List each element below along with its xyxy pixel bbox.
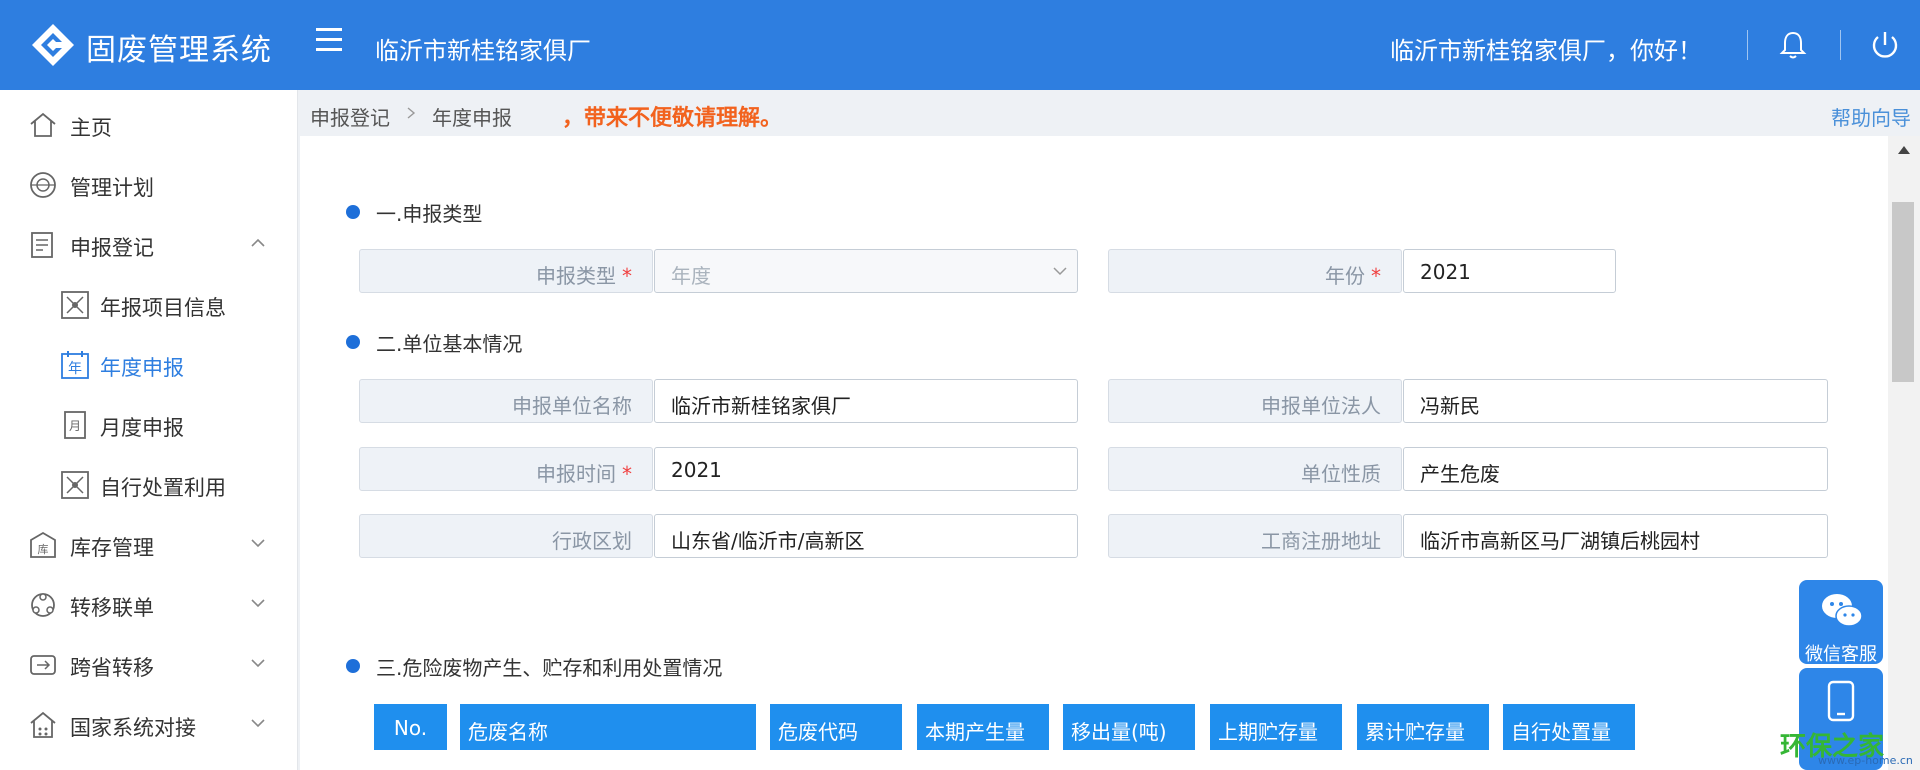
sidebar-item-declare[interactable]: 申报登记: [0, 216, 298, 272]
sidebar-item-label: 月度申报: [100, 416, 184, 440]
sidebar-item-label: 主页: [70, 116, 112, 140]
sidebar: 主页 管理计划 申报登记 年报项目信息 年 年度申报 月 月度申报 自行处置利用…: [0, 90, 298, 770]
header-company-name: 临沂市新桂铭家俱厂: [375, 37, 591, 65]
vertical-scrollbar[interactable]: [1888, 136, 1920, 770]
sidebar-item-label: 申报登记: [70, 236, 154, 260]
bell-icon[interactable]: [1776, 28, 1810, 62]
scrolling-notice: ，带来不便敬请理解。: [562, 106, 783, 131]
report-icon: [31, 232, 53, 258]
help-guide-link[interactable]: 帮助向导: [1831, 102, 1911, 131]
declare-time-input[interactable]: 2021: [654, 447, 1078, 491]
bullet-dot: [346, 205, 360, 219]
project-icon: [61, 291, 89, 319]
chevron-up-icon: [251, 238, 265, 247]
address-label: 工商注册地址: [1108, 514, 1402, 558]
sidebar-item-self-disposal[interactable]: 自行处置利用: [0, 456, 298, 512]
table-header-waste-name: 危废名称: [460, 704, 756, 750]
table-header-produced: 本期产生量: [917, 704, 1049, 750]
transfer-icon: [31, 593, 55, 617]
warehouse-icon: 库: [30, 531, 56, 558]
year-icon: 年: [61, 351, 89, 379]
sidebar-item-label: 自行处置利用: [100, 476, 226, 500]
svg-text:月: 月: [69, 419, 81, 433]
sidebar-item-annual-report[interactable]: 年 年度申报: [0, 336, 298, 392]
sidebar-item-plan[interactable]: 管理计划: [0, 156, 298, 212]
address-input[interactable]: 临沂市高新区马厂湖镇后桃园村: [1403, 514, 1828, 558]
chevron-right-icon: [407, 107, 416, 119]
section-title-declare-type: 一.申报类型: [346, 198, 482, 227]
sidebar-item-monthly-report[interactable]: 月 月度申报: [0, 396, 298, 452]
year-input[interactable]: 2021: [1403, 249, 1616, 293]
bullet-dot: [346, 659, 360, 673]
sidebar-item-label: 转移联单: [70, 596, 154, 620]
region-input[interactable]: 山东省/临沂市/高新区: [654, 514, 1078, 558]
sidebar-item-national-system[interactable]: 国家系统对接: [0, 696, 298, 752]
dispose-icon: [61, 471, 89, 499]
sidebar-item-label: 年度申报: [100, 356, 184, 380]
sidebar-item-transfer-manifest[interactable]: 转移联单: [0, 576, 298, 632]
chevron-down-icon: [251, 719, 265, 728]
user-greeting: 临沂市新桂铭家俱厂，你好！: [1390, 37, 1702, 65]
table-header-self-disposal: 自行处置量: [1503, 704, 1635, 750]
chevron-down-icon: [251, 659, 265, 668]
sidebar-item-inventory[interactable]: 库 库存管理: [0, 516, 298, 572]
sidebar-item-project-info[interactable]: 年报项目信息: [0, 276, 298, 332]
unit-nature-input[interactable]: 产生危废: [1403, 447, 1828, 491]
chevron-down-icon: [1053, 267, 1067, 276]
main-panel: 一.申报类型 申报类型 * 年度 年份 * 2021 二.单位基本情况 申报单位名称…: [300, 136, 1888, 770]
header-divider: [1747, 30, 1748, 60]
sidebar-item-cross-province[interactable]: 跨省转移: [0, 636, 298, 692]
wechat-icon: [1822, 594, 1863, 627]
sidebar-item-label: 库存管理: [70, 536, 154, 560]
plan-icon: [30, 172, 56, 198]
unit-name-label: 申报单位名称: [359, 379, 653, 423]
bullet-dot: [346, 335, 360, 349]
top-header: 固废管理系统 临沂市新桂铭家俱厂 临沂市新桂铭家俱厂，你好！: [0, 0, 1920, 90]
power-icon[interactable]: [1868, 28, 1902, 62]
app-title: 固废管理系统: [86, 33, 272, 68]
sidebar-item-label: 年报项目信息: [100, 296, 226, 320]
chevron-down-icon: [251, 599, 265, 608]
year-label: 年份 *: [1108, 249, 1402, 293]
declare-type-select[interactable]: 年度: [654, 249, 1078, 293]
svg-text:库: 库: [38, 543, 49, 556]
cross-province-icon: [30, 655, 56, 675]
section-title-hazardous-waste: 三.危险废物产生、贮存和利用处置情况: [346, 652, 722, 681]
declare-time-label: 申报时间 *: [359, 447, 653, 491]
table-header-moved-out: 移出量(吨): [1063, 704, 1195, 750]
logo-icon: [32, 24, 74, 66]
table-header-total-storage: 累计贮存量: [1357, 704, 1489, 750]
watermark-url: www.ep-home.cn: [1818, 754, 1913, 767]
section-title-unit-info: 二.单位基本情况: [346, 328, 522, 357]
legal-person-input[interactable]: 冯新民: [1403, 379, 1828, 423]
wechat-service-label: 微信客服: [1805, 644, 1877, 665]
breadcrumb-level1[interactable]: 申报登记: [310, 102, 390, 131]
region-label: 行政区划: [359, 514, 653, 558]
wechat-service-button[interactable]: 微信客服: [1799, 580, 1883, 665]
sidebar-item-label: 管理计划: [70, 176, 154, 200]
unit-nature-label: 单位性质: [1108, 447, 1402, 491]
chevron-down-icon: [251, 539, 265, 548]
month-icon: 月: [64, 411, 86, 439]
unit-name-input[interactable]: 临沂市新桂铭家俱厂: [654, 379, 1078, 423]
table-header-no: No.: [374, 704, 447, 750]
menu-icon[interactable]: [316, 28, 344, 58]
sidebar-item-home[interactable]: 主页: [0, 96, 298, 152]
svg-text:年: 年: [68, 361, 82, 377]
breadcrumb-level2: 年度申报: [432, 106, 512, 130]
home-icon: [30, 112, 56, 137]
scroll-up-icon[interactable]: [1898, 146, 1910, 154]
sidebar-item-label: 跨省转移: [70, 656, 154, 680]
table-header-waste-code: 危废代码: [770, 704, 902, 750]
national-icon: [30, 711, 56, 738]
scroll-thumb[interactable]: [1892, 202, 1914, 382]
table-header-prev-storage: 上期贮存量: [1210, 704, 1342, 750]
sidebar-item-label: 国家系统对接: [70, 716, 196, 740]
legal-person-label: 申报单位法人: [1108, 379, 1402, 423]
mobile-icon: [1827, 680, 1855, 722]
declare-type-label: 申报类型 *: [359, 249, 653, 293]
header-divider: [1840, 30, 1841, 60]
breadcrumb: 申报登记 年度申报 ，带来不便敬请理解。 帮助向导: [300, 90, 1920, 136]
